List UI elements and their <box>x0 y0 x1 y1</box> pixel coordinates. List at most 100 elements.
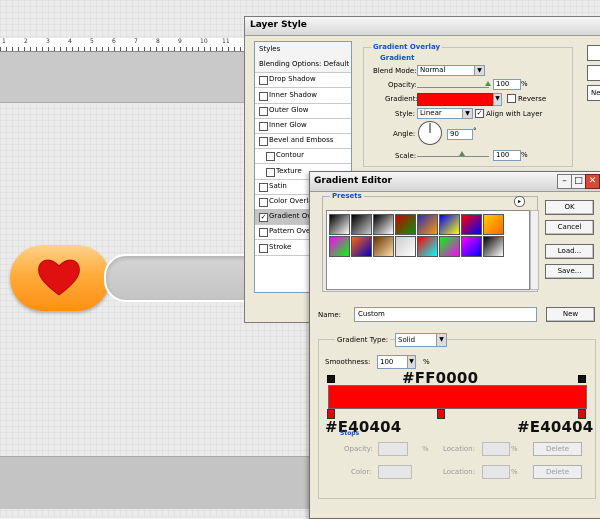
styles-list-item[interactable]: Drop Shadow <box>255 72 351 89</box>
styles-list-item[interactable]: Styles <box>255 42 351 58</box>
minimize-icon[interactable]: – <box>557 174 572 189</box>
angle-label: Angle: <box>393 130 416 138</box>
preset-swatch[interactable] <box>351 236 372 257</box>
gradient-editor-titlebar[interactable]: Gradient Editor – □ ✕ <box>310 172 600 192</box>
styles-list-item[interactable]: Inner Shadow <box>255 88 351 104</box>
reverse-label: Reverse <box>518 95 547 103</box>
gradient-type-label: Gradient Type: <box>335 336 391 344</box>
style-select[interactable]: Linear ▼ <box>417 108 473 119</box>
preset-swatch[interactable] <box>373 236 394 257</box>
opacity-unit: % <box>521 80 528 88</box>
styles-list-label: Inner Glow <box>269 121 307 129</box>
stop-opacity-field[interactable] <box>378 442 408 456</box>
presets-menu-arrow-icon[interactable]: ▸ <box>514 196 525 207</box>
maximize-icon[interactable]: □ <box>571 174 586 189</box>
opacity-stop-left[interactable] <box>327 375 335 383</box>
smoothness-field[interactable]: 100 <box>377 355 409 369</box>
preset-swatch[interactable] <box>461 214 482 235</box>
style-checkbox[interactable] <box>259 122 268 131</box>
color-midpoint[interactable] <box>437 409 445 419</box>
opacity-stop-right[interactable] <box>578 375 586 383</box>
preset-swatch[interactable] <box>395 214 416 235</box>
gradient-label: Gradient: <box>385 95 418 103</box>
opacity-field[interactable]: 100 <box>493 79 521 90</box>
ok-button-partial[interactable] <box>587 45 600 61</box>
styles-list-item[interactable]: Outer Glow <box>255 103 351 119</box>
close-icon[interactable]: ✕ <box>585 174 600 189</box>
preset-swatch[interactable] <box>483 214 504 235</box>
new-style-button-partial[interactable]: Ne <box>587 85 600 101</box>
preset-swatch[interactable] <box>373 214 394 235</box>
delete-color-stop-button[interactable]: Delete <box>533 465 582 479</box>
save-button[interactable]: Save... <box>545 264 594 279</box>
styles-list-item[interactable]: Bevel and Emboss <box>255 133 351 150</box>
cancel-button[interactable]: Cancel <box>545 220 594 235</box>
gradient-preview-swatch[interactable] <box>417 93 495 106</box>
gradient-editor-title: Gradient Editor <box>314 176 392 186</box>
styles-list-item[interactable]: Inner Glow <box>255 118 351 134</box>
preset-swatch[interactable] <box>351 214 372 235</box>
style-checkbox[interactable] <box>259 91 268 101</box>
reverse-checkbox[interactable] <box>507 94 516 103</box>
styles-list-label: Styles <box>259 45 281 53</box>
scale-unit: % <box>521 151 528 159</box>
ruler-number: 9 <box>178 38 182 45</box>
scale-slider-knob[interactable] <box>459 151 465 156</box>
preset-swatch[interactable] <box>417 236 438 257</box>
stop-color-swatch[interactable] <box>378 465 412 479</box>
new-button[interactable]: New <box>546 307 595 322</box>
style-checkbox[interactable] <box>259 198 268 207</box>
align-with-layer-checkbox[interactable]: ✓ <box>475 109 484 118</box>
preset-swatch[interactable] <box>439 236 460 257</box>
style-checkbox[interactable] <box>259 106 268 116</box>
gradient-preview-bar[interactable] <box>328 385 587 409</box>
smoothness-unit: % <box>423 358 430 366</box>
ruler-number: 11 <box>222 38 230 45</box>
gradient-type-select[interactable]: Solid ▼ <box>395 333 447 347</box>
smoothness-stepper[interactable]: ▼ <box>407 355 416 369</box>
opacity-slider-knob[interactable] <box>485 81 491 86</box>
angle-dial-icon[interactable] <box>417 120 443 146</box>
styles-list-item[interactable]: Blending Options: Default <box>255 57 351 74</box>
styles-list-item[interactable]: Contour <box>255 148 351 165</box>
style-checkbox[interactable] <box>259 228 268 238</box>
styles-list-label: Drop Shadow <box>269 75 316 84</box>
preset-swatch[interactable] <box>329 214 350 235</box>
gradient-picker-dropdown[interactable]: ▼ <box>493 93 502 106</box>
heart-button-graphic <box>10 245 110 311</box>
preset-swatch[interactable] <box>461 236 482 257</box>
style-checkbox[interactable] <box>259 243 268 253</box>
angle-field[interactable]: 90 <box>447 129 473 140</box>
opacity-slider[interactable] <box>417 87 489 88</box>
stop-color-location-field[interactable] <box>482 465 510 479</box>
preset-scrollbar[interactable] <box>530 210 539 290</box>
gradient-type-value: Solid <box>398 336 416 344</box>
layer-style-titlebar[interactable]: Layer Style <box>245 17 600 36</box>
blend-mode-select[interactable]: Normal ▼ <box>417 65 485 76</box>
preset-swatch[interactable] <box>439 214 460 235</box>
styles-list-label: Blending Options: Default <box>259 60 350 69</box>
styles-list-label: Outer Glow <box>269 105 309 114</box>
style-checkbox[interactable]: ✓ <box>259 213 268 223</box>
load-button[interactable]: Load... <box>545 244 594 259</box>
style-checkbox[interactable] <box>259 76 268 86</box>
ruler-number: 5 <box>90 38 94 45</box>
style-checkbox[interactable] <box>259 182 268 192</box>
annotation-right-color: #E40404 <box>517 418 594 436</box>
style-value: Linear <box>420 109 442 117</box>
preset-swatch[interactable] <box>417 214 438 235</box>
style-checkbox[interactable] <box>259 137 268 147</box>
preset-swatch[interactable] <box>483 236 504 257</box>
scale-slider[interactable] <box>417 156 489 157</box>
delete-opacity-stop-button[interactable]: Delete <box>533 442 582 456</box>
cancel-button-partial[interactable] <box>587 65 600 81</box>
name-input[interactable]: Custom <box>354 307 537 322</box>
ok-button[interactable]: OK <box>545 200 594 215</box>
style-checkbox[interactable] <box>266 152 275 162</box>
style-checkbox[interactable] <box>266 167 275 177</box>
preset-swatch[interactable] <box>329 236 350 257</box>
ruler-number: 3 <box>46 38 50 45</box>
stop-opacity-location-field[interactable] <box>482 442 510 456</box>
preset-swatch[interactable] <box>395 236 416 257</box>
scale-field[interactable]: 100 <box>493 150 521 161</box>
